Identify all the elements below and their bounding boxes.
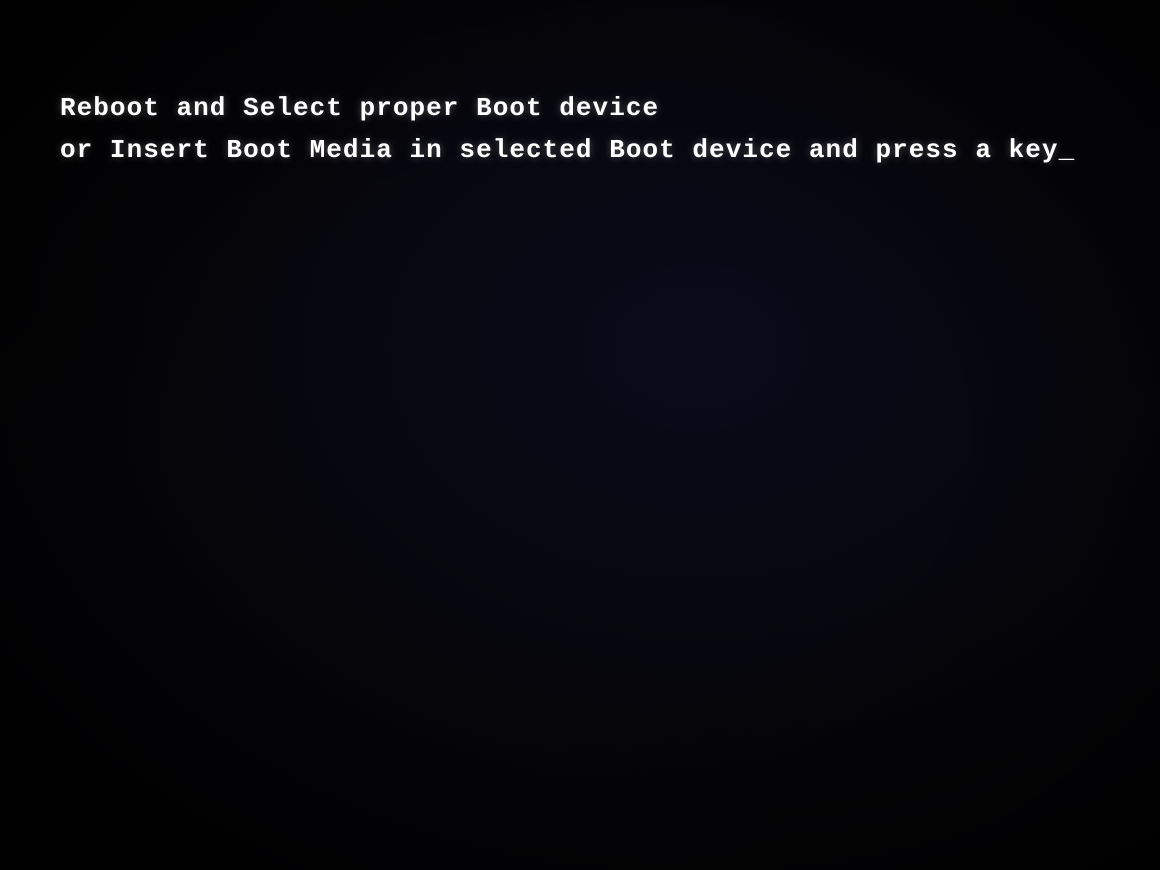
boot-cursor: _: [1059, 132, 1076, 168]
boot-line-2: or Insert Boot Media in selected Boot de…: [60, 132, 1075, 168]
bios-screen: Reboot and Select proper Boot device or …: [0, 0, 1160, 870]
boot-line-2-text: or Insert Boot Media in selected Boot de…: [60, 135, 1059, 165]
boot-error-message: Reboot and Select proper Boot device or …: [60, 90, 1075, 169]
boot-line-1: Reboot and Select proper Boot device: [60, 90, 1075, 126]
